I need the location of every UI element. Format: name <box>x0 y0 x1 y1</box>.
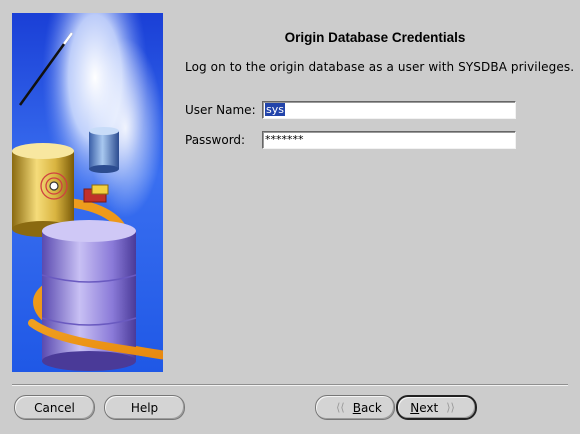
help-label: Help <box>130 400 159 415</box>
wizard-illustration <box>12 13 163 372</box>
help-button[interactable]: Help <box>104 395 185 420</box>
cancel-button[interactable]: Cancel <box>14 395 95 420</box>
chevron-left-icon: ⟨⟨ <box>336 401 345 414</box>
back-button[interactable]: ⟨⟨ Back <box>315 395 395 420</box>
username-label: User Name: <box>185 103 256 117</box>
instruction-text: Log on to the origin database as a user … <box>185 60 575 74</box>
page-title: Origin Database Credentials <box>284 30 466 45</box>
username-field[interactable]: sys <box>262 101 516 119</box>
back-label: Back <box>352 400 382 415</box>
password-field[interactable]: ******* <box>262 131 516 149</box>
chevron-right-icon: ⟩⟩ <box>446 401 455 414</box>
database-illustration-image <box>12 13 163 372</box>
next-button[interactable]: Next ⟩⟩ <box>396 395 477 420</box>
cancel-label: Cancel <box>34 400 75 415</box>
password-value: ******* <box>265 133 304 146</box>
next-label: Next <box>410 400 439 415</box>
password-label: Password: <box>185 133 246 147</box>
username-value: sys <box>265 103 285 116</box>
footer-divider <box>12 384 568 386</box>
